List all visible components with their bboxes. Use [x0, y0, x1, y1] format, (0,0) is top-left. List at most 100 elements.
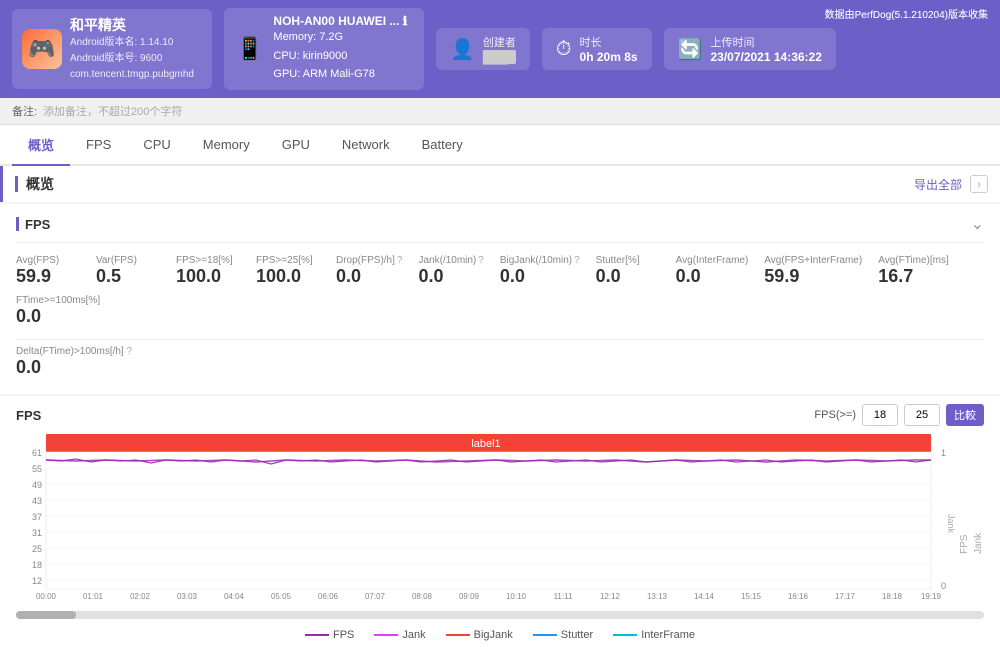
svg-text:03:03: 03:03: [177, 592, 198, 601]
legend-fps-line: [305, 634, 329, 636]
svg-text:37: 37: [32, 512, 42, 522]
upload-time-card: 🔄 上传时间 23/07/2021 14:36:22: [664, 28, 836, 70]
tab-memory[interactable]: Memory: [187, 127, 266, 164]
stat-ftime-gte-100: FTime>=100ms[%] 0.0: [16, 291, 116, 331]
creator-label: 创建者: [483, 34, 516, 50]
section-actions: 导出全部 ›: [914, 175, 988, 193]
stat-avg-fps-interframe-value: 59.9: [764, 266, 862, 287]
tab-overview[interactable]: 概览: [12, 125, 70, 166]
stat-fps-gte-18-value: 100.0: [176, 266, 240, 287]
svg-text:Jank: Jank: [946, 514, 956, 534]
tab-battery[interactable]: Battery: [406, 127, 479, 164]
jank-y-label: Jank: [973, 474, 984, 554]
help-icon-delta[interactable]: ?: [127, 346, 133, 357]
app-name: 和平精英: [70, 15, 194, 35]
stat-avg-ftime-label: Avg(FTime)[ms]: [878, 255, 949, 266]
stat-var-fps: Var(FPS) 0.5: [96, 251, 176, 291]
fps-gte-label: FPS(>=): [814, 409, 856, 421]
header: 数据由PerfDog(5.1.210204)版本收集 数据由PerfDog(5.…: [0, 0, 1000, 98]
chart-controls: FPS FPS(>=) 比較: [16, 404, 984, 426]
stat-stutter: Stutter[%] 0.0: [596, 251, 676, 291]
app-icon: 🎮: [22, 29, 62, 69]
upload-label: 上传时间: [710, 34, 821, 50]
stat-ftime-gte-100-label: FTime>=100ms[%]: [16, 295, 100, 306]
compare-button[interactable]: 比較: [946, 404, 984, 426]
stat-jank: Jank(/10min) ? 0.0: [418, 251, 499, 291]
stat-fps-gte-25: FPS>=25[%] 100.0: [256, 251, 336, 291]
tab-fps[interactable]: FPS: [70, 127, 127, 164]
stats-row: Avg(FPS) 59.9 Var(FPS) 0.5 FPS>=18[%] 10…: [16, 251, 984, 331]
note-placeholder[interactable]: 添加备注，不超过200个字符: [43, 103, 182, 119]
fps-y-label-right: FPS: [959, 474, 970, 554]
chart-scrollbar-thumb[interactable]: [16, 611, 76, 619]
svg-text:09:09: 09:09: [459, 592, 480, 601]
app-info-card: 🎮 和平精英 Android版本名: 1.14.10 Android版本号: 9…: [12, 9, 212, 89]
note-bar: 备注: 添加备注，不超过200个字符: [0, 98, 1000, 125]
tab-gpu[interactable]: GPU: [266, 127, 326, 164]
duration-label: 时长: [580, 34, 638, 50]
svg-text:11:11: 11:11: [554, 592, 573, 601]
device-name: NOH-AN00 HUAWEI ... ℹ: [273, 14, 407, 28]
svg-text:16:16: 16:16: [788, 592, 809, 601]
svg-text:15:15: 15:15: [741, 592, 762, 601]
stat-stutter-value: 0.0: [596, 266, 660, 287]
svg-text:13:13: 13:13: [647, 592, 668, 601]
delta-row: Delta(FTime)>100ms[/h] ? 0.0: [16, 340, 984, 384]
svg-text:55: 55: [32, 464, 42, 474]
data-source: 数据由PerfDog(5.1.210204)版本收集: [825, 6, 988, 21]
stat-jank-label: Jank(/10min) ?: [418, 255, 483, 266]
stat-avg-ftime: Avg(FTime)[ms] 16.7: [878, 251, 965, 291]
duration-icon: ⏱: [556, 38, 572, 61]
export-button[interactable]: 导出全部: [914, 176, 962, 193]
stat-stutter-label: Stutter[%]: [596, 255, 660, 266]
svg-text:19:19: 19:19: [921, 592, 942, 601]
svg-text:43: 43: [32, 496, 42, 506]
stat-drop-fps-value: 0.0: [336, 266, 402, 287]
creator-info: 创建者 ███: [483, 34, 516, 64]
tab-cpu[interactable]: CPU: [127, 127, 186, 164]
help-icon-jank[interactable]: ?: [478, 255, 484, 266]
device-info-card: 📱 NOH-AN00 HUAWEI ... ℹ Memory: 7.2G CPU…: [224, 8, 424, 90]
svg-text:05:05: 05:05: [271, 592, 292, 601]
legend-interframe-line: [613, 634, 637, 636]
fps-section-title: FPS: [25, 217, 50, 232]
fps-collapse-icon[interactable]: ⌄: [971, 214, 984, 234]
svg-text:06:06: 06:06: [318, 592, 339, 601]
fps-section: FPS ⌄ Avg(FPS) 59.9 Var(FPS) 0.5 FPS>=18…: [0, 204, 1000, 394]
upload-icon: 🔄: [678, 37, 703, 62]
stat-avg-ftime-value: 16.7: [878, 266, 949, 287]
svg-text:12:12: 12:12: [600, 592, 621, 601]
stat-ftime-gte-100-value: 0.0: [16, 306, 100, 327]
fps-input-1[interactable]: [862, 404, 898, 426]
chart-legend: FPS Jank BigJank Stutter InterFrame: [16, 623, 984, 641]
stat-bigjank-value: 0.0: [500, 266, 580, 287]
creator-card: 👤 创建者 ███: [436, 28, 530, 70]
device-cpu: CPU: kirin9000: [273, 47, 407, 66]
svg-text:10:10: 10:10: [506, 592, 527, 601]
duration-value: 0h 20m 8s: [580, 50, 638, 64]
fps-input-2[interactable]: [904, 404, 940, 426]
stat-avg-interframe-label: Avg(InterFrame): [676, 255, 749, 266]
stat-avg-fps: Avg(FPS) 59.9: [16, 251, 96, 291]
chart-scrollbar-track[interactable]: [16, 611, 984, 619]
svg-text:1: 1: [941, 448, 946, 458]
help-icon-drop[interactable]: ?: [397, 255, 403, 266]
fps-title-bar: [16, 217, 19, 231]
creator-icon: 👤: [450, 37, 475, 62]
svg-text:08:08: 08:08: [412, 592, 433, 601]
fps-stats-grid: Avg(FPS) 59.9 Var(FPS) 0.5 FPS>=18[%] 10…: [16, 243, 984, 340]
stat-jank-value: 0.0: [418, 266, 483, 287]
collapse-button[interactable]: ›: [970, 175, 988, 193]
upload-info: 上传时间 23/07/2021 14:36:22: [710, 34, 821, 64]
help-icon-bigjank[interactable]: ?: [574, 255, 580, 266]
chevron-right-icon: ›: [977, 179, 980, 190]
device-icon: 📱: [236, 36, 263, 62]
tab-network[interactable]: Network: [326, 127, 406, 164]
stat-fps-gte-25-value: 100.0: [256, 266, 320, 287]
svg-text:17:17: 17:17: [835, 592, 856, 601]
svg-text:49: 49: [32, 480, 42, 490]
app-details: 和平精英 Android版本名: 1.14.10 Android版本号: 960…: [70, 15, 194, 83]
svg-text:18:18: 18:18: [882, 592, 903, 601]
delta-label: Delta(FTime)>100ms[/h] ?: [16, 346, 984, 357]
nav-tabs: 概览 FPS CPU Memory GPU Network Battery: [0, 125, 1000, 166]
